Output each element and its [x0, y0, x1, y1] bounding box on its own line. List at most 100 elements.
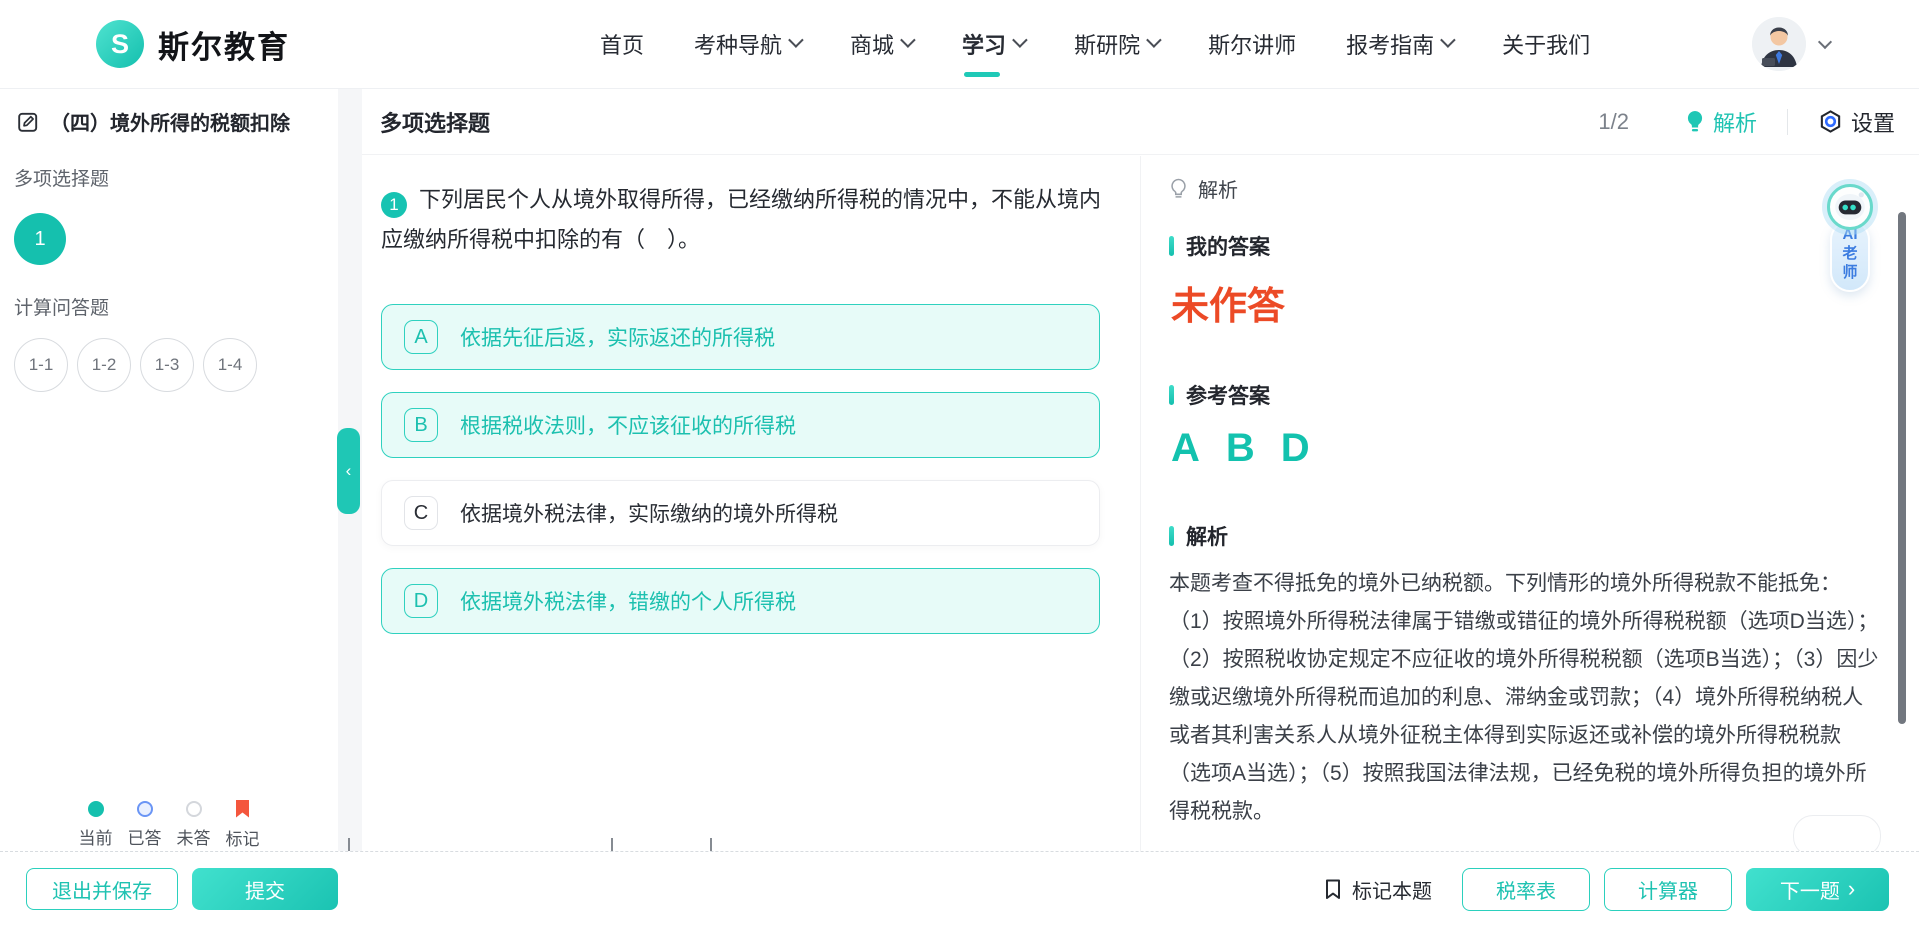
- explanation-section: 解析: [1169, 521, 1919, 551]
- status-legend: 当前 已答 未答 标记: [0, 801, 338, 850]
- drag-handle[interactable]: [611, 838, 613, 851]
- section-label-multichoice: 多项选择题: [14, 164, 338, 191]
- option-d-letter: D: [404, 584, 438, 618]
- nav-item-home[interactable]: 首页: [600, 0, 644, 88]
- mark-question-button[interactable]: 标记本题: [1323, 875, 1432, 904]
- option-c-letter: C: [404, 496, 438, 530]
- footer-left: 退出并保存 提交: [26, 868, 338, 910]
- user-menu[interactable]: [1752, 0, 1830, 88]
- chapter-title: （四）境外所得的税额扣除: [16, 107, 338, 136]
- question-area: 1下列居民个人从境外取得所得，已经缴纳所得税的情况中，不能从境内应缴纳所得税中扣…: [362, 156, 1140, 851]
- option-a-text: 依据先征后返，实际返还的所得税: [460, 322, 775, 352]
- question-stem-text: 下列居民个人从境外取得所得，已经缴纳所得税的情况中，不能从境内应缴纳所得税中扣除…: [381, 187, 1101, 252]
- question-stem: 1下列居民个人从境外取得所得，已经缴纳所得税的情况中，不能从境内应缴纳所得税中扣…: [381, 180, 1120, 260]
- chevron-down-icon: [900, 32, 916, 48]
- option-b[interactable]: B 根据税收法则，不应该征收的所得税: [381, 392, 1100, 458]
- analysis-panel-header: 解析: [1169, 174, 1919, 203]
- lightbulb-icon: [1685, 110, 1705, 133]
- chevron-down-icon: [1440, 32, 1456, 48]
- bookmark-filled-icon: [235, 800, 250, 818]
- my-answer-value: 未作答: [1171, 275, 1919, 330]
- header-divider: [1787, 109, 1788, 135]
- progress-indicator: 1/2: [1598, 109, 1629, 135]
- nav-item-learn[interactable]: 学习: [962, 0, 1024, 88]
- question-nav-1-4[interactable]: 1-4: [203, 338, 257, 392]
- drag-handle[interactable]: [348, 838, 350, 851]
- analysis-panel: 解析 我的答案 未作答 参考答案 ABD 解析 本题考查不得抵免的境外已纳税额。…: [1140, 156, 1919, 851]
- question-nav-sidebar: （四）境外所得的税额扣除 多项选择题 1 计算问答题 1-1 1-2 1-3 1…: [0, 89, 338, 851]
- chevron-down-icon: [788, 32, 804, 48]
- legend-answered: 已答: [125, 801, 165, 850]
- option-d[interactable]: D 依据境外税法律，错缴的个人所得税: [381, 568, 1100, 634]
- explanation-text: 本题考查不得抵免的境外已纳税额。下列情形的境外所得税款不能抵免： （1）按照境外…: [1169, 565, 1881, 831]
- brand-logo[interactable]: S 斯尔教育: [96, 0, 290, 88]
- scrollbar-thumb[interactable]: [1898, 212, 1906, 724]
- section-accent-bar: [1169, 236, 1174, 256]
- chapter-title-text: （四）境外所得的税额扣除: [50, 107, 290, 136]
- section-accent-bar: [1169, 385, 1174, 405]
- option-a[interactable]: A 依据先征后返，实际返还的所得税: [381, 304, 1100, 370]
- question-nav-1[interactable]: 1: [14, 213, 66, 265]
- question-nav-1-1[interactable]: 1-1: [14, 338, 68, 392]
- question-nav-1-2[interactable]: 1-2: [77, 338, 131, 392]
- tax-table-button[interactable]: 税率表: [1462, 868, 1590, 911]
- option-a-letter: A: [404, 320, 438, 354]
- legend-marked: 标记: [223, 801, 263, 850]
- drag-handle[interactable]: [710, 838, 712, 851]
- exit-save-button[interactable]: 退出并保存: [26, 868, 178, 910]
- option-b-text: 根据税收法则，不应该征收的所得税: [460, 410, 796, 440]
- chevron-right-icon: ›: [1848, 878, 1855, 900]
- brand-logo-icon: S: [96, 20, 144, 68]
- answered-dot-icon: [137, 801, 153, 817]
- analysis-toggle[interactable]: 解析: [1685, 106, 1757, 138]
- section-accent-bar: [1169, 526, 1174, 546]
- my-answer-section: 我的答案: [1169, 231, 1919, 261]
- nav-item-exams[interactable]: 考种导航: [694, 0, 800, 88]
- option-b-letter: B: [404, 408, 438, 442]
- ai-robot-icon: [1827, 184, 1873, 230]
- calculator-button[interactable]: 计算器: [1604, 868, 1732, 911]
- settings-button[interactable]: 设置: [1818, 106, 1895, 138]
- nav-item-lecturers[interactable]: 斯尔讲师: [1208, 0, 1296, 88]
- nav-item-about[interactable]: 关于我们: [1502, 0, 1590, 88]
- avatar: [1752, 17, 1806, 71]
- option-c-text: 依据境外税法律，实际缴纳的境外所得税: [460, 498, 838, 528]
- chevron-down-icon: [1146, 32, 1162, 48]
- nav-item-institute[interactable]: 斯研院: [1074, 0, 1158, 88]
- chevron-down-icon: [1818, 35, 1832, 49]
- question-nav-row: 1-1 1-2 1-3 1-4: [14, 338, 338, 392]
- section-label-calc: 计算问答题: [14, 293, 338, 320]
- options-list: A 依据先征后返，实际返还的所得税 B 根据税收法则，不应该征收的所得税 C 依…: [381, 304, 1120, 634]
- ai-teacher-widget[interactable]: AI 老 师: [1827, 184, 1875, 292]
- exam-page: S 斯尔教育 首页 考种导航 商城 学习 斯研院 斯尔讲师 报考指南 关于我们: [0, 0, 1919, 926]
- reference-answer-value: ABD: [1171, 426, 1919, 471]
- legend-current: 当前: [76, 801, 116, 850]
- next-question-button[interactable]: 下一题 ›: [1746, 868, 1889, 911]
- lightbulb-outline-icon: [1169, 178, 1188, 200]
- option-d-text: 依据境外税法律，错缴的个人所得税: [460, 586, 796, 616]
- legend-unanswered: 未答: [174, 801, 214, 850]
- header-controls: 1/2 解析 设置: [1598, 106, 1895, 138]
- brand-name: 斯尔教育: [158, 22, 290, 67]
- edit-document-icon: [16, 110, 40, 134]
- notes-action-button[interactable]: [1793, 815, 1881, 851]
- top-navbar: S 斯尔教育 首页 考种导航 商城 学习 斯研院 斯尔讲师 报考指南 关于我们: [0, 0, 1919, 89]
- footer-right: 标记本题 税率表 计算器 下一题 ›: [1323, 868, 1889, 911]
- submit-button[interactable]: 提交: [192, 868, 338, 910]
- bookmark-outline-icon: [1323, 878, 1343, 901]
- footer-bar: 退出并保存 提交 标记本题 税率表 计算器 下一题 ›: [0, 852, 1919, 926]
- gear-icon: [1818, 109, 1843, 134]
- question-header: 多项选择题 1/2 解析 设置: [362, 89, 1919, 155]
- question-number-badge: 1: [381, 192, 407, 218]
- option-c[interactable]: C 依据境外税法律，实际缴纳的境外所得税: [381, 480, 1100, 546]
- question-nav-1-3[interactable]: 1-3: [140, 338, 194, 392]
- current-dot-icon: [88, 801, 104, 817]
- nav-item-mall[interactable]: 商城: [850, 0, 912, 88]
- chevron-down-icon: [1012, 32, 1028, 48]
- nav-item-guide[interactable]: 报考指南: [1346, 0, 1452, 88]
- sidebar-collapse-handle[interactable]: ‹: [337, 428, 360, 514]
- reference-answer-section: 参考答案: [1169, 380, 1919, 410]
- main-nav: 首页 考种导航 商城 学习 斯研院 斯尔讲师 报考指南 关于我们: [600, 0, 1590, 88]
- unanswered-dot-icon: [186, 801, 202, 817]
- main-panel: 多项选择题 1/2 解析 设置: [362, 89, 1919, 851]
